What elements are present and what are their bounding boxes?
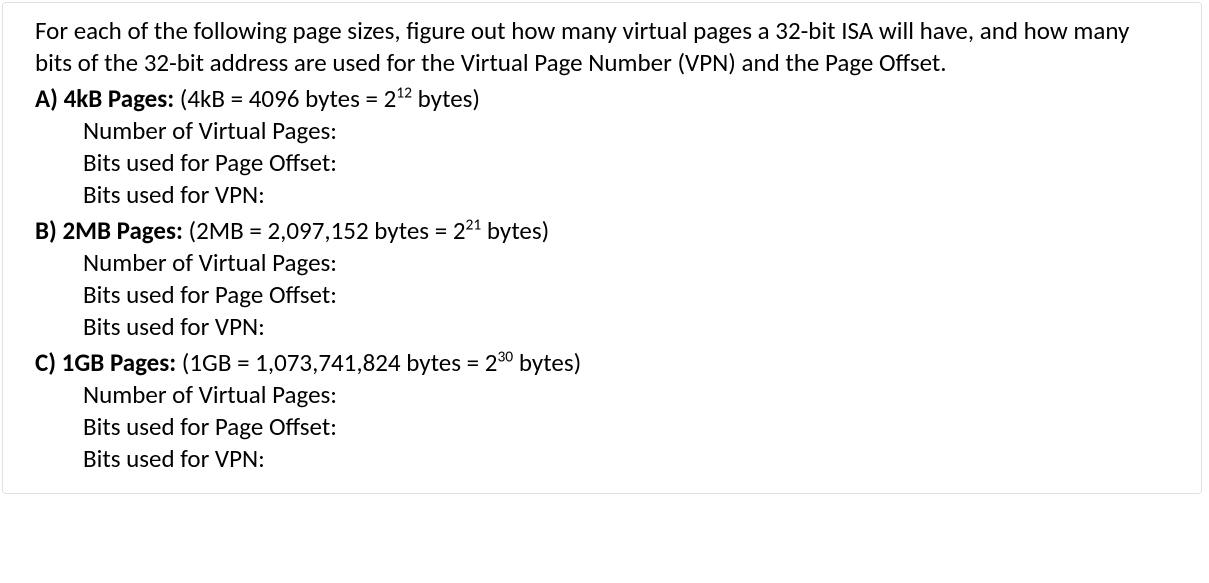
section-b-line2: Bits used for Page Offset: xyxy=(83,279,1169,311)
section-b-header: B) 2MB Pages: (2MB = 2,097,152 bytes = 2… xyxy=(35,215,1169,247)
section-c-header: C) 1GB Pages: (1GB = 1,073,741,824 bytes… xyxy=(35,347,1169,379)
section-a-detail-post: bytes) xyxy=(412,83,480,114)
section-a-label: A) 4kB Pages: xyxy=(35,83,174,114)
question-intro: For each of the following page sizes, fi… xyxy=(35,15,1169,79)
section-a-detail-exp: 12 xyxy=(396,84,412,103)
section-b-detail-exp: 21 xyxy=(466,216,482,235)
question-container: For each of the following page sizes, fi… xyxy=(2,2,1202,494)
section-c-detail-post: bytes) xyxy=(513,347,581,378)
section-a-line3: Bits used for VPN: xyxy=(83,179,1169,211)
section-b-line3: Bits used for VPN: xyxy=(83,311,1169,343)
section-b-label: B) 2MB Pages: xyxy=(35,215,183,246)
section-c-label: C) 1GB Pages: xyxy=(35,347,176,378)
section-c-line1: Number of Virtual Pages: xyxy=(83,379,1169,411)
section-c-line3: Bits used for VPN: xyxy=(83,443,1169,475)
section-c-detail-exp: 30 xyxy=(497,348,513,367)
section-c-detail-pre: (1GB = 1,073,741,824 bytes = 2 xyxy=(176,347,497,378)
section-a-header: A) 4kB Pages: (4kB = 4096 bytes = 212 by… xyxy=(35,83,1169,115)
section-b-line1: Number of Virtual Pages: xyxy=(83,247,1169,279)
section-a-detail-pre: (4kB = 4096 bytes = 2 xyxy=(174,83,396,114)
section-c-line2: Bits used for Page Offset: xyxy=(83,411,1169,443)
section-a-line1: Number of Virtual Pages: xyxy=(83,115,1169,147)
section-b-detail-pre: (2MB = 2,097,152 bytes = 2 xyxy=(183,215,466,246)
section-a-line2: Bits used for Page Offset: xyxy=(83,147,1169,179)
section-b-detail-post: bytes) xyxy=(481,215,549,246)
